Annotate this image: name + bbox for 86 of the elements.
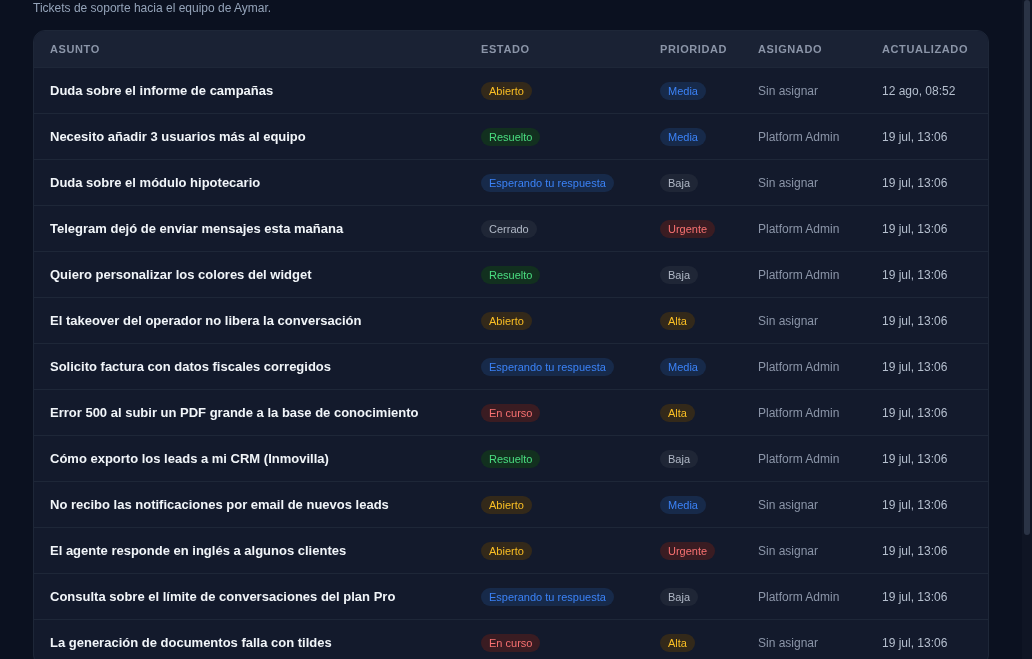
table-row[interactable]: La generación de documentos falla con tildes En curso Alta Sin asignar 19 jul, 13:06 <box>34 620 988 659</box>
updated-date: 19 jul, 13:06 <box>882 635 948 650</box>
priority-badge: Baja <box>660 587 699 606</box>
table-row[interactable]: Necesito añadir 3 usuarios más al equipo Resuelto Media Platform Admin 19 jul, 13:06 <box>34 114 988 160</box>
status-badge: Abierto <box>481 495 532 514</box>
column-header: ASIGNADO <box>758 43 823 55</box>
status-badge: Resuelto <box>481 265 541 284</box>
ticket-subject: El takeover del operador no libera la conversación <box>50 313 362 328</box>
updated-date: 19 jul, 13:06 <box>882 267 948 282</box>
column-header: ASUNTO <box>50 43 100 55</box>
priority-badge: Urgente <box>660 219 716 238</box>
assignee-text: Sin asignar <box>758 175 819 190</box>
assignee-text: Platform Admin <box>758 267 840 282</box>
ticket-subject: Solicito factura con datos fiscales corregidos <box>50 359 332 374</box>
status-badge: Resuelto <box>481 449 541 468</box>
priority-badge: Media <box>660 81 706 100</box>
assignee-text: Platform Admin <box>758 451 840 466</box>
status-badge: Esperando tu respuesta <box>481 357 614 376</box>
assignee-text: Sin asignar <box>758 635 819 650</box>
table-row[interactable]: Cómo exporto los leads a mi CRM (Inmovilla) Resuelto Baja Platform Admin 19 jul, 13:06 <box>34 436 988 482</box>
column-header: PRIORIDAD <box>660 43 728 55</box>
updated-date: 19 jul, 13:06 <box>882 175 948 190</box>
priority-badge: Alta <box>660 311 695 330</box>
assignee-text: Sin asignar <box>758 497 819 512</box>
assignee-text: Platform Admin <box>758 221 840 236</box>
ticket-subject: Quiero personalizar los colores del widget <box>50 267 312 282</box>
updated-date: 19 jul, 13:06 <box>882 589 948 604</box>
table-row[interactable]: El agente responde en inglés a algunos clientes Abierto Urgente Sin asignar 19 jul, 13:06 <box>34 528 988 574</box>
table-row[interactable]: Duda sobre el informe de campañas Abierto Media Sin asignar 12 ago, 08:52 <box>34 68 988 114</box>
updated-date: 12 ago, 08:52 <box>882 83 956 98</box>
ticket-subject: Duda sobre el informe de campañas <box>50 83 274 98</box>
column-header: ACTUALIZADO <box>882 43 969 55</box>
ticket-subject: El agente responde en inglés a algunos clientes <box>50 543 347 558</box>
priority-badge: Media <box>660 495 706 514</box>
table-row[interactable]: Error 500 al subir un PDF grande a la base de conocimiento En curso Alta Platform Admin 19 jul, 13:06 <box>34 390 988 436</box>
ticket-subject: Duda sobre el módulo hipotecario <box>50 175 261 190</box>
assignee-text: Platform Admin <box>758 589 840 604</box>
updated-date: 19 jul, 13:06 <box>882 313 948 328</box>
status-badge: Cerrado <box>481 219 537 238</box>
ticket-subject: Error 500 al subir un PDF grande a la base de conocimiento <box>50 405 419 420</box>
updated-date: 19 jul, 13:06 <box>882 543 948 558</box>
status-badge: Abierto <box>481 81 532 100</box>
updated-date: 19 jul, 13:06 <box>882 129 948 144</box>
scrollbar[interactable] <box>1022 0 1032 659</box>
updated-date: 19 jul, 13:06 <box>882 221 948 236</box>
assignee-text: Platform Admin <box>758 405 840 420</box>
ticket-subject: No recibo las notificaciones por email de nuevos leads <box>50 497 389 512</box>
status-badge: Abierto <box>481 541 532 560</box>
priority-badge: Baja <box>660 449 699 468</box>
status-badge: Esperando tu respuesta <box>481 587 614 606</box>
priority-badge: Media <box>660 357 706 376</box>
priority-badge: Baja <box>660 265 699 284</box>
page-subtitle: Tickets de soporte hacia el equipo de Aymar. <box>33 1 273 16</box>
status-badge: Abierto <box>481 311 532 330</box>
ticket-subject: Consulta sobre el límite de conversaciones del plan Pro <box>50 589 396 604</box>
status-badge: Resuelto <box>481 127 541 146</box>
table-row[interactable]: Solicito factura con datos fiscales corregidos Esperando tu respuesta Media Platform Admin 19 jul, 13:06 <box>34 344 988 390</box>
priority-badge: Alta <box>660 403 695 422</box>
table-row[interactable]: No recibo las notificaciones por email de nuevos leads Abierto Media Sin asignar 19 jul, 13:06 <box>34 482 988 528</box>
status-badge: Esperando tu respuesta <box>481 173 614 192</box>
priority-badge: Alta <box>660 633 695 652</box>
ticket-subject: Telegram dejó de enviar mensajes esta mañana <box>50 221 344 236</box>
ticket-subject: Necesito añadir 3 usuarios más al equipo <box>50 129 306 144</box>
ticket-subject: La generación de documentos falla con tildes <box>50 635 332 650</box>
table-row[interactable]: Consulta sobre el límite de conversaciones del plan Pro Esperando tu respuesta Baja Platform Admin 19 jul, 13:06 <box>34 574 988 620</box>
ticket-subject: Cómo exporto los leads a mi CRM (Inmovilla) <box>50 451 329 466</box>
table-row[interactable]: Duda sobre el módulo hipotecario Esperando tu respuesta Baja Sin asignar 19 jul, 13:06 <box>34 160 988 206</box>
assignee-text: Sin asignar <box>758 543 819 558</box>
priority-badge: Baja <box>660 173 699 192</box>
table-row[interactable]: El takeover del operador no libera la conversación Abierto Alta Sin asignar 19 jul, 13:06 <box>34 298 988 344</box>
assignee-text: Sin asignar <box>758 313 819 328</box>
status-badge: En curso <box>481 403 541 422</box>
column-header: ESTADO <box>481 43 530 55</box>
table-row[interactable]: Telegram dejó de enviar mensajes esta mañana Cerrado Urgente Platform Admin 19 jul, 13:06 <box>34 206 988 252</box>
updated-date: 19 jul, 13:06 <box>882 451 948 466</box>
status-badge: En curso <box>481 633 541 652</box>
priority-badge: Media <box>660 127 706 146</box>
scrollbar-thumb[interactable] <box>1024 0 1030 535</box>
assignee-text: Platform Admin <box>758 129 840 144</box>
updated-date: 19 jul, 13:06 <box>882 359 948 374</box>
assignee-text: Platform Admin <box>758 359 840 374</box>
table-row[interactable]: Quiero personalizar los colores del widget Resuelto Baja Platform Admin 19 jul, 13:06 <box>34 252 988 298</box>
updated-date: 19 jul, 13:06 <box>882 405 948 420</box>
priority-badge: Urgente <box>660 541 716 560</box>
assignee-text: Sin asignar <box>758 83 819 98</box>
updated-date: 19 jul, 13:06 <box>882 497 948 512</box>
